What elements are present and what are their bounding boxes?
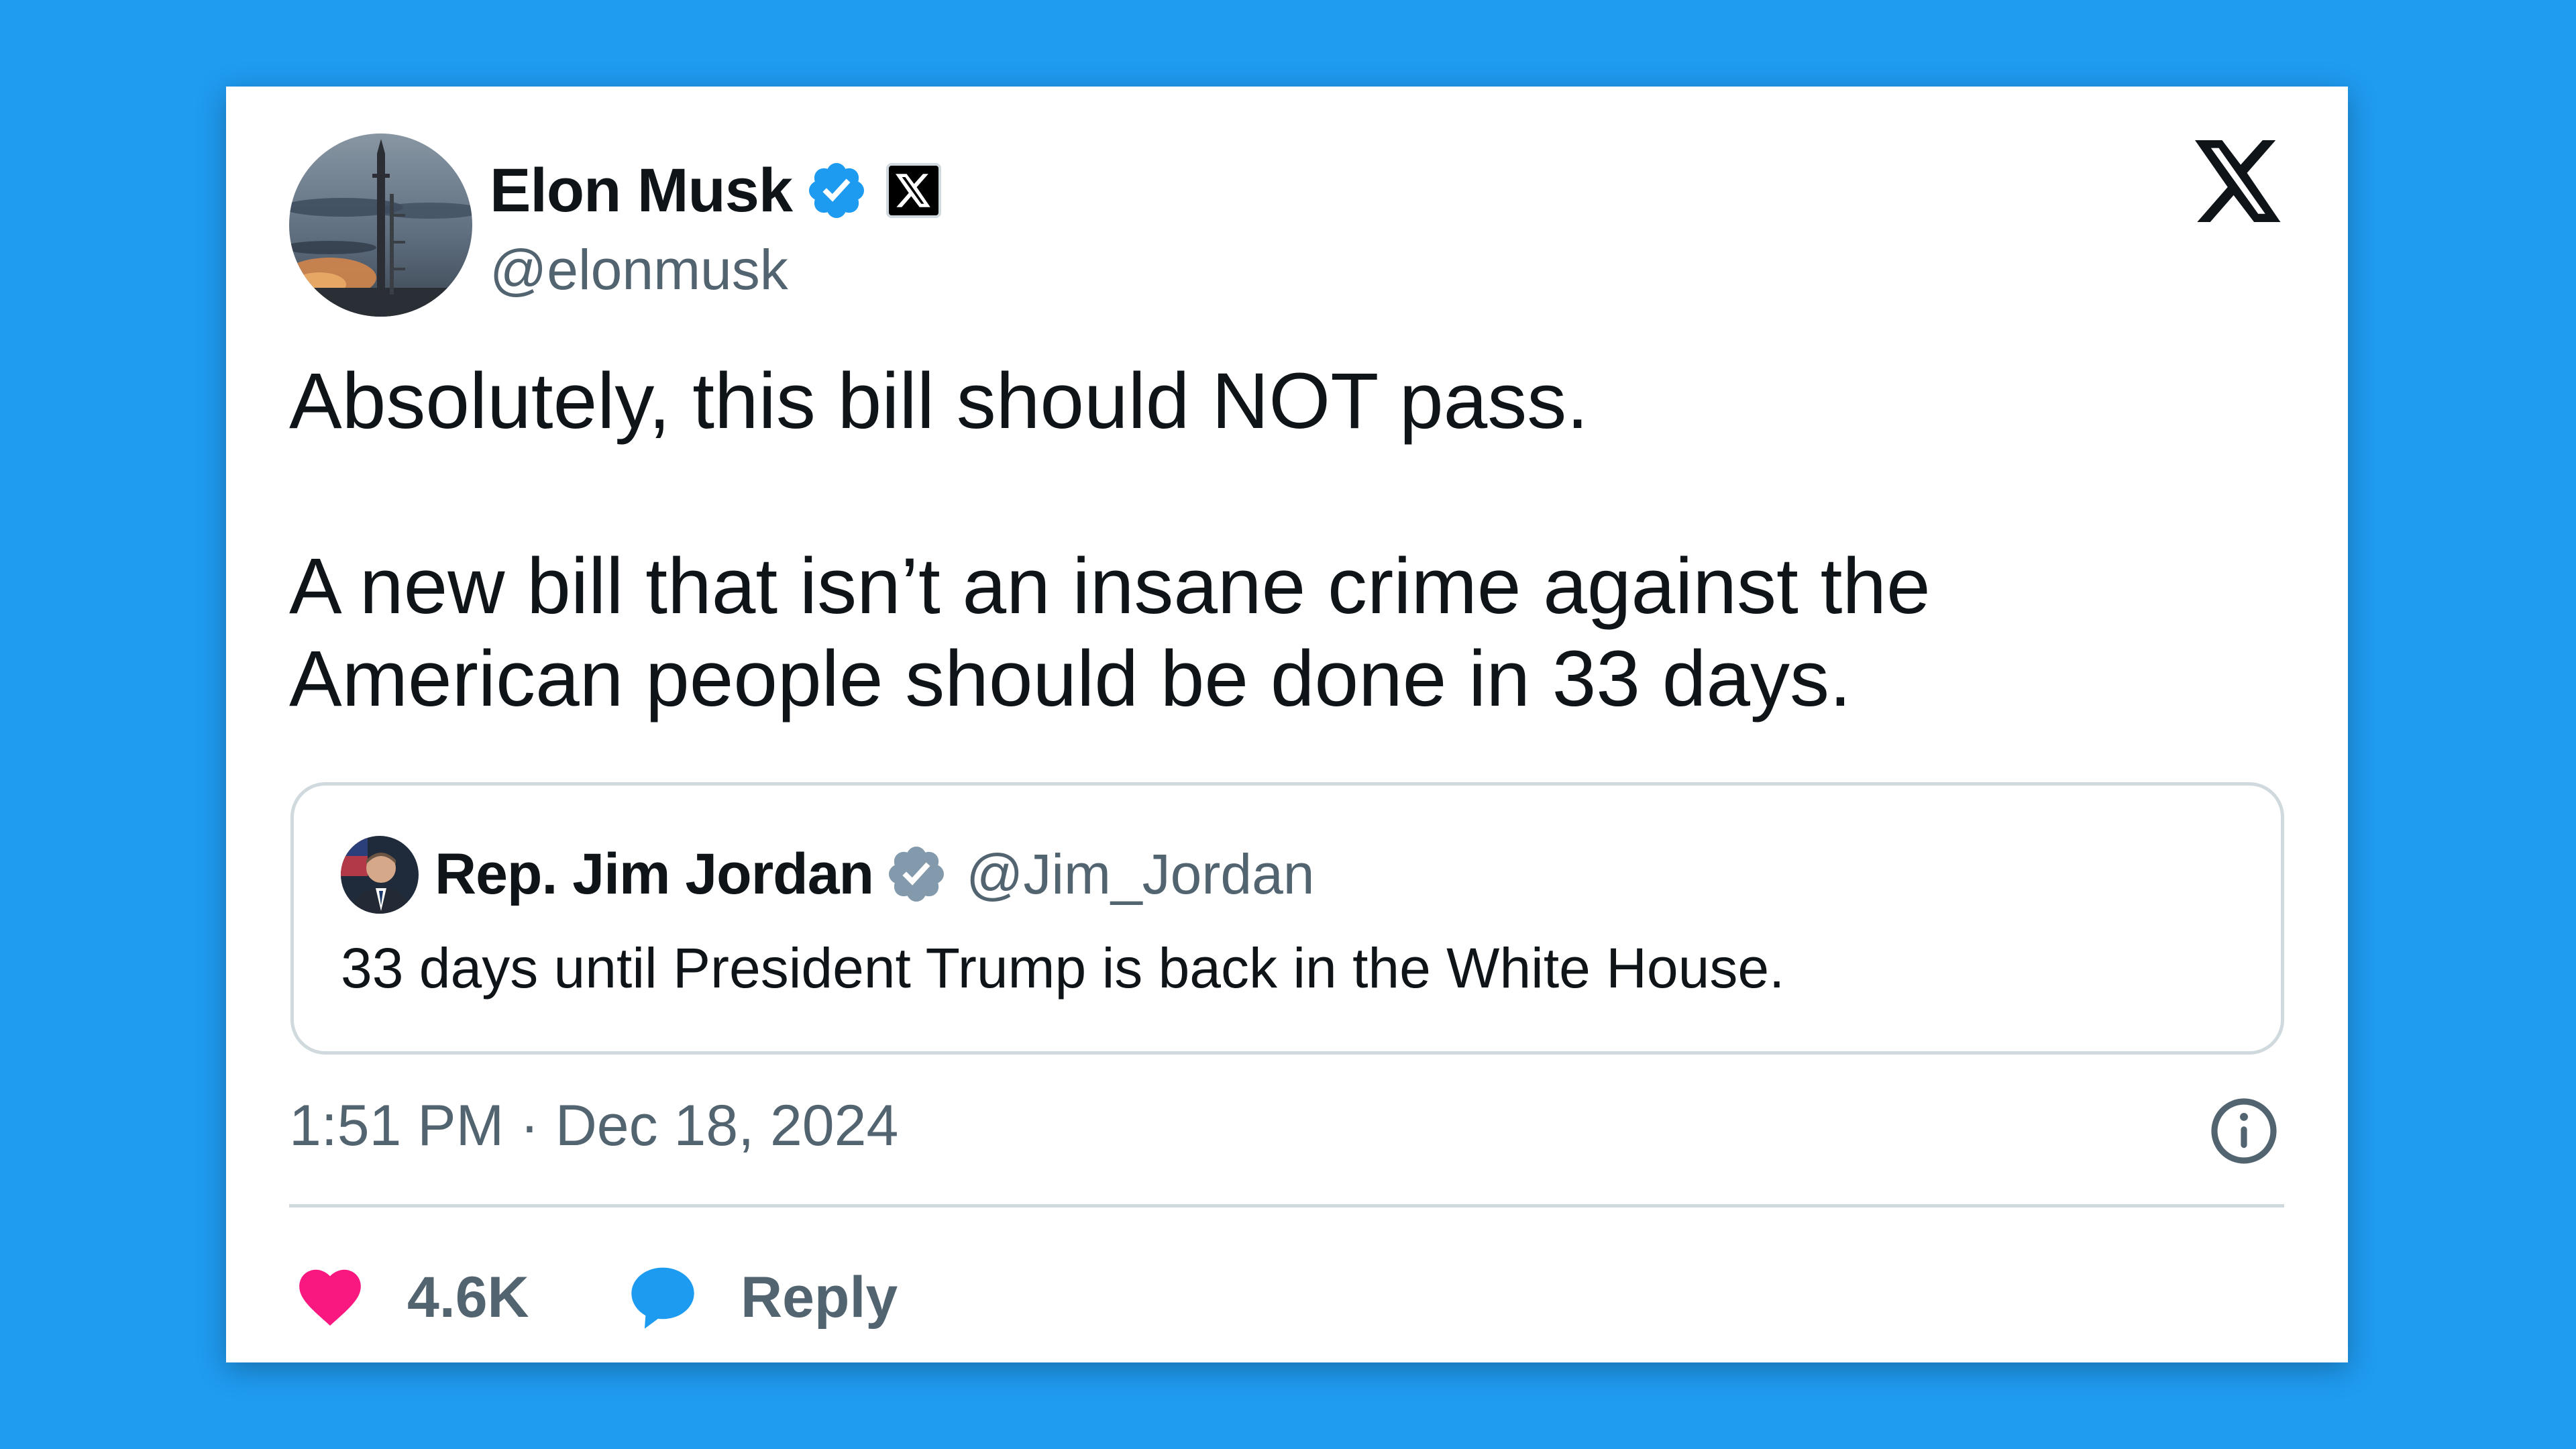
x-glyph-icon xyxy=(896,174,930,207)
tweet-card: Elon Musk @elonmusk Absolutely, this bil… xyxy=(226,87,2348,1362)
heart-icon xyxy=(299,1269,361,1326)
portrait-image xyxy=(341,836,419,914)
quoted-tweet-text: 33 days until President Trump is back in… xyxy=(341,936,1785,1000)
government-verified-badge-icon[interactable] xyxy=(884,842,949,906)
author-name-row: Elon Musk xyxy=(490,150,942,231)
like-count: 4.6K xyxy=(407,1265,529,1330)
quoted-author-name[interactable]: Rep. Jim Jordan xyxy=(435,841,874,908)
verified-badge-icon[interactable] xyxy=(804,158,869,223)
author-handle[interactable]: @elonmusk xyxy=(490,237,788,303)
x-logo-icon[interactable] xyxy=(2195,140,2284,222)
like-button[interactable]: 4.6K xyxy=(293,1247,529,1348)
reply-button[interactable]: Reply xyxy=(625,1247,898,1348)
quoted-header: Rep. Jim Jordan @Jim_Jordan xyxy=(435,834,1315,914)
tweet-text: Absolutely, this bill should NOT pass. A… xyxy=(289,357,1931,723)
quoted-author-avatar[interactable] xyxy=(341,836,419,914)
quoted-tweet[interactable]: Rep. Jim Jordan @Jim_Jordan 33 days unti… xyxy=(290,782,2284,1055)
tweet-timestamp[interactable]: 1:51 PM · Dec 18, 2024 xyxy=(289,1093,898,1159)
x-affiliation-icon[interactable] xyxy=(886,163,942,218)
author-avatar[interactable] xyxy=(289,133,472,317)
reply-label: Reply xyxy=(741,1265,898,1330)
quoted-author-handle[interactable]: @Jim_Jordan xyxy=(966,842,1314,907)
speech-bubble-icon xyxy=(631,1267,694,1329)
info-icon[interactable] xyxy=(2207,1094,2281,1168)
rocket-launch-image xyxy=(289,133,472,317)
divider xyxy=(289,1204,2284,1208)
author-name[interactable]: Elon Musk xyxy=(490,156,793,226)
